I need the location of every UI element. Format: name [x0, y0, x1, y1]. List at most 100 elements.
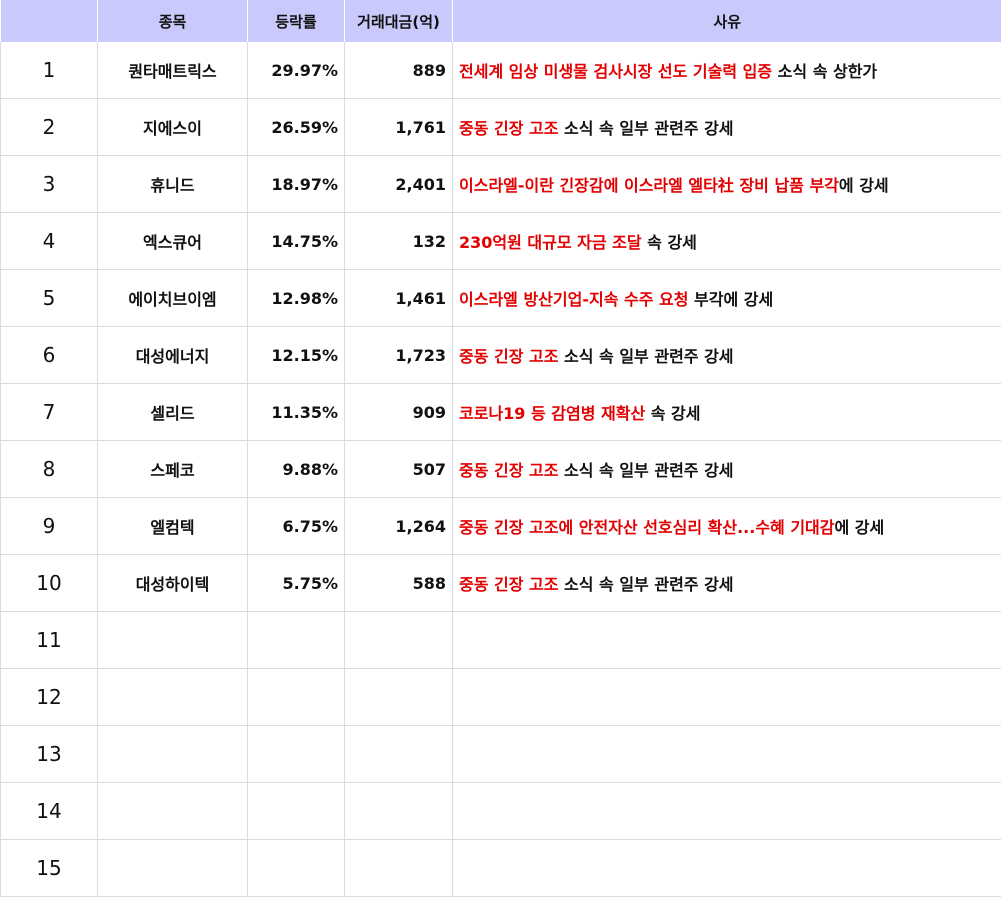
reason-highlight: 전세계 임상 미생물 검사시장 선도 기술력 입증	[459, 62, 772, 81]
rank-cell: 6	[1, 327, 98, 384]
rank-cell: 2	[1, 99, 98, 156]
change-cell: 11.35%	[248, 384, 345, 441]
reason-rest: 소식 속 상한가	[772, 62, 877, 81]
table-header: 종목 등락률 거래대금(억) 사유	[1, 0, 1001, 42]
reason-highlight: 중동 긴장 고조	[459, 575, 558, 594]
reason-rest: 소식 속 일부 관련주 강세	[558, 575, 733, 594]
stock-name-cell: 대성하이텍	[98, 555, 248, 612]
change-cell: 6.75%	[248, 498, 345, 555]
rank-cell: 1	[1, 42, 98, 99]
reason-highlight: 중동 긴장 고조에 안전자산 선호심리 확산...수혜 기대감	[459, 518, 835, 537]
reason-highlight: 230억원 대규모 자금 조달	[459, 233, 642, 252]
volume-cell: 507	[345, 441, 453, 498]
reason-cell: 중동 긴장 고조 소식 속 일부 관련주 강세	[453, 99, 1001, 156]
reason-highlight: 중동 긴장 고조	[459, 461, 558, 480]
change-cell: 26.59%	[248, 99, 345, 156]
reason-cell: 중동 긴장 고조 소식 속 일부 관련주 강세	[453, 441, 1001, 498]
volume-cell: 1,761	[345, 99, 453, 156]
header-stock: 종목	[98, 0, 248, 42]
rank-cell: 3	[1, 156, 98, 213]
volume-cell	[345, 669, 453, 726]
reason-cell: 이스라엘-이란 긴장감에 이스라엘 엘타社 장비 납품 부각에 강세	[453, 156, 1001, 213]
rank-cell: 10	[1, 555, 98, 612]
table-body: 1퀀타매트릭스29.97%889전세계 임상 미생물 검사시장 선도 기술력 입…	[1, 42, 1001, 897]
table-row: 14	[1, 783, 1001, 840]
volume-cell: 1,723	[345, 327, 453, 384]
reason-highlight: 이스라엘-이란 긴장감에 이스라엘 엘타社 장비 납품 부각	[459, 176, 839, 195]
table-row: 4엑스큐어14.75%132230억원 대규모 자금 조달 속 강세	[1, 213, 1001, 270]
volume-cell: 909	[345, 384, 453, 441]
reason-highlight: 중동 긴장 고조	[459, 119, 558, 138]
reason-rest: 속 강세	[645, 404, 700, 423]
change-cell	[248, 840, 345, 897]
reason-rest: 부각에 강세	[688, 290, 773, 309]
volume-cell	[345, 840, 453, 897]
reason-rest: 에 강세	[835, 518, 885, 537]
change-cell: 14.75%	[248, 213, 345, 270]
header-volume: 거래대금(억)	[345, 0, 453, 42]
table-row: 15	[1, 840, 1001, 897]
reason-cell: 중동 긴장 고조 소식 속 일부 관련주 강세	[453, 555, 1001, 612]
stock-name-cell: 엑스큐어	[98, 213, 248, 270]
rank-cell: 4	[1, 213, 98, 270]
stock-name-cell	[98, 783, 248, 840]
reason-rest: 소식 속 일부 관련주 강세	[558, 461, 733, 480]
header-reason: 사유	[453, 0, 1001, 42]
stock-name-cell: 스페코	[98, 441, 248, 498]
reason-rest: 에 강세	[839, 176, 889, 195]
rank-cell: 9	[1, 498, 98, 555]
reason-cell: 중동 긴장 고조에 안전자산 선호심리 확산...수혜 기대감에 강세	[453, 498, 1001, 555]
stock-name-cell: 에이치브이엠	[98, 270, 248, 327]
volume-cell	[345, 783, 453, 840]
header-change: 등락률	[248, 0, 345, 42]
reason-cell	[453, 783, 1001, 840]
change-cell	[248, 726, 345, 783]
stock-name-cell: 셀리드	[98, 384, 248, 441]
rank-cell: 5	[1, 270, 98, 327]
stock-name-cell: 휴니드	[98, 156, 248, 213]
volume-cell: 889	[345, 42, 453, 99]
header-row: 종목 등락률 거래대금(억) 사유	[1, 0, 1001, 42]
table-row: 5에이치브이엠12.98%1,461이스라엘 방산기업-지속 수주 요청 부각에…	[1, 270, 1001, 327]
change-cell	[248, 783, 345, 840]
reason-cell	[453, 612, 1001, 669]
reason-cell: 코로나19 등 감염병 재확산 속 강세	[453, 384, 1001, 441]
reason-rest: 소식 속 일부 관련주 강세	[558, 347, 733, 366]
table-row: 10대성하이텍5.75%588중동 긴장 고조 소식 속 일부 관련주 강세	[1, 555, 1001, 612]
stock-name-cell: 대성에너지	[98, 327, 248, 384]
rank-cell: 13	[1, 726, 98, 783]
reason-cell: 중동 긴장 고조 소식 속 일부 관련주 강세	[453, 327, 1001, 384]
table-row: 7셀리드11.35%909코로나19 등 감염병 재확산 속 강세	[1, 384, 1001, 441]
volume-cell: 588	[345, 555, 453, 612]
reason-cell	[453, 726, 1001, 783]
header-rank	[1, 0, 98, 42]
table-row: 11	[1, 612, 1001, 669]
reason-rest: 속 강세	[642, 233, 697, 252]
stock-name-cell	[98, 612, 248, 669]
reason-cell: 이스라엘 방산기업-지속 수주 요청 부각에 강세	[453, 270, 1001, 327]
change-cell: 9.88%	[248, 441, 345, 498]
reason-cell	[453, 840, 1001, 897]
volume-cell	[345, 726, 453, 783]
reason-highlight: 중동 긴장 고조	[459, 347, 558, 366]
stock-name-cell: 지에스이	[98, 99, 248, 156]
reason-cell: 전세계 임상 미생물 검사시장 선도 기술력 입증 소식 속 상한가	[453, 42, 1001, 99]
volume-cell: 132	[345, 213, 453, 270]
table-row: 3휴니드18.97%2,401이스라엘-이란 긴장감에 이스라엘 엘타社 장비 …	[1, 156, 1001, 213]
reason-cell: 230억원 대규모 자금 조달 속 강세	[453, 213, 1001, 270]
stock-name-cell: 퀀타매트릭스	[98, 42, 248, 99]
stock-name-cell	[98, 726, 248, 783]
change-cell	[248, 669, 345, 726]
change-cell	[248, 612, 345, 669]
change-cell: 29.97%	[248, 42, 345, 99]
change-cell: 18.97%	[248, 156, 345, 213]
reason-rest: 소식 속 일부 관련주 강세	[558, 119, 733, 138]
change-cell: 12.15%	[248, 327, 345, 384]
rank-cell: 8	[1, 441, 98, 498]
table-row: 13	[1, 726, 1001, 783]
table-row: 12	[1, 669, 1001, 726]
stock-table: 종목 등락률 거래대금(억) 사유 1퀀타매트릭스29.97%889전세계 임상…	[0, 0, 1001, 897]
table-row: 2지에스이26.59%1,761중동 긴장 고조 소식 속 일부 관련주 강세	[1, 99, 1001, 156]
stock-name-cell	[98, 840, 248, 897]
stock-name-cell	[98, 669, 248, 726]
